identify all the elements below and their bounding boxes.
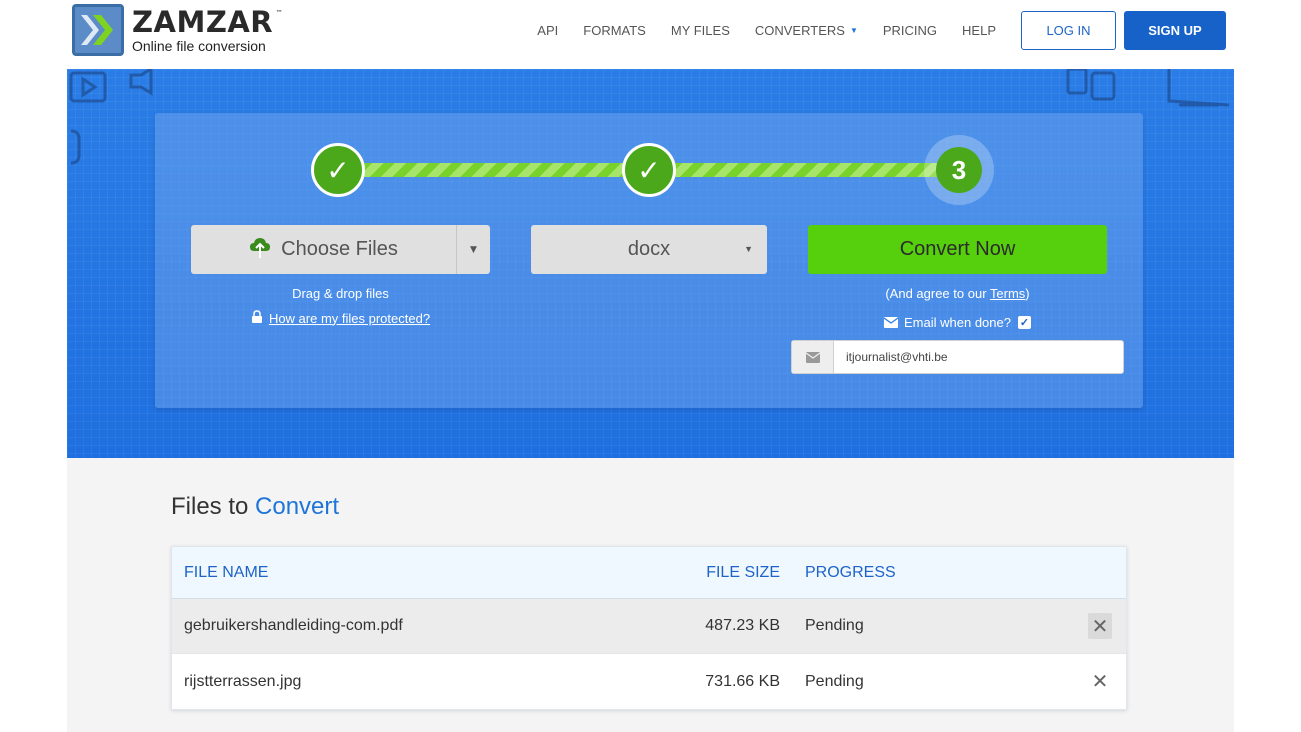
doodle-monitor-icon — [1167, 69, 1230, 107]
email-field[interactable]: itjournalist@vhti.be — [791, 340, 1124, 374]
nav-formats[interactable]: FORMATS — [583, 10, 646, 50]
nav-my-files[interactable]: MY FILES — [671, 10, 730, 50]
files-title-b: Convert — [255, 493, 340, 520]
upload-cloud-icon — [249, 236, 271, 264]
step-1-complete: ✓ — [311, 143, 365, 197]
lock-icon — [251, 310, 263, 326]
step-bar-1 — [361, 163, 626, 177]
table-row[interactable]: gebruikershandleiding-com.pdf 487.23 KB … — [172, 599, 1126, 654]
top-nav: API FORMATS MY FILES CONVERTERS ▼ PRICIN… — [537, 10, 1234, 50]
terms-link[interactable]: Terms — [990, 286, 1025, 301]
site-header: ZAMZAR ™ Online file conversion API FORMA… — [67, 0, 1234, 69]
file-progress: Pending — [805, 617, 864, 634]
converter-panel: ✓ ✓ 3 Choose Files ▼ Drag & drop files H… — [155, 113, 1143, 408]
choose-files-dropdown[interactable]: ▼ — [456, 225, 490, 274]
login-button[interactable]: LOG IN — [1021, 10, 1116, 50]
nav-converters-label: CONVERTERS — [754, 22, 845, 38]
doodle-play-icon — [69, 71, 107, 103]
files-protected-label: How are my files protected? — [268, 310, 431, 326]
logo[interactable]: ZAMZAR ™ Online file conversion — [72, 4, 283, 56]
files-title: Files to Convert — [171, 493, 339, 521]
logo-name: ZAMZAR — [132, 4, 274, 39]
format-selected-value: docx — [627, 238, 671, 260]
caret-down-icon: ▼ — [470, 244, 477, 255]
email-when-done: Email when done? ✓ — [808, 315, 1107, 330]
step-2-complete: ✓ — [622, 143, 676, 197]
nav-pricing[interactable]: PRICING — [883, 10, 937, 50]
agree-terms-text: (And agree to our Terms) — [808, 286, 1107, 301]
email-checkbox[interactable]: ✓ — [1017, 316, 1031, 329]
nav-api[interactable]: API — [537, 10, 558, 50]
header-file-size: FILE SIZE — [706, 563, 780, 581]
table-row[interactable]: rijstterrassen.jpg 731.66 KB Pending ✕ — [172, 654, 1126, 709]
caret-down-icon: ▼ — [849, 25, 858, 35]
email-when-done-label: Email when done? — [904, 315, 1011, 330]
table-header: FILE NAME FILE SIZE PROGRESS — [172, 547, 1126, 599]
email-value[interactable]: itjournalist@vhti.be — [834, 350, 948, 364]
file-size: 487.23 KB — [705, 617, 780, 634]
agree-prefix: (And agree to our — [885, 286, 990, 301]
format-select[interactable]: docx ▼ — [531, 225, 767, 274]
doodle-bracket-icon — [70, 129, 81, 165]
choose-files-button[interactable]: Choose Files — [191, 225, 456, 274]
envelope-icon — [792, 341, 834, 373]
file-name: gebruikershandleiding-com.pdf — [184, 617, 403, 634]
doodle-speaker-icon — [129, 69, 153, 96]
doodle-device-icon — [1066, 69, 1116, 101]
file-name: rijstterrassen.jpg — [184, 672, 302, 690]
converter-hero: ✓ ✓ 3 Choose Files ▼ Drag & drop files H… — [67, 69, 1234, 458]
logo-tagline: Online file conversion — [132, 37, 266, 54]
nav-help[interactable]: HELP — [962, 10, 996, 50]
step-bar-2 — [671, 163, 961, 177]
header-progress: PROGRESS — [805, 563, 896, 581]
agree-suffix: ) — [1025, 286, 1030, 301]
convert-now-button[interactable]: Convert Now — [808, 225, 1107, 274]
file-size: 731.66 KB — [705, 672, 780, 690]
steps-progress: ✓ ✓ 3 — [311, 135, 995, 205]
close-icon[interactable]: ✕ — [1088, 613, 1112, 639]
caret-down-icon: ▼ — [744, 244, 753, 254]
file-progress: Pending — [805, 672, 864, 690]
logo-chevrons-icon — [72, 4, 124, 56]
files-section: Files to Convert FILE NAME FILE SIZE PRO… — [67, 458, 1234, 732]
close-icon[interactable]: ✕ — [1088, 669, 1112, 695]
step-3-current: 3 — [936, 147, 982, 193]
logo-tm: ™ — [275, 8, 284, 17]
envelope-icon — [884, 317, 899, 328]
nav-converters[interactable]: CONVERTERS ▼ — [755, 10, 858, 50]
drag-drop-text: Drag & drop files — [292, 286, 389, 301]
header-file-name: FILE NAME — [184, 563, 269, 581]
files-title-a: Files to — [171, 493, 249, 520]
signup-button[interactable]: SIGN UP — [1124, 10, 1226, 50]
files-table: FILE NAME FILE SIZE PROGRESS gebruikersh… — [171, 546, 1127, 710]
choose-files-label: Choose Files — [281, 238, 398, 260]
files-protected-link[interactable]: How are my files protected? — [191, 310, 490, 326]
